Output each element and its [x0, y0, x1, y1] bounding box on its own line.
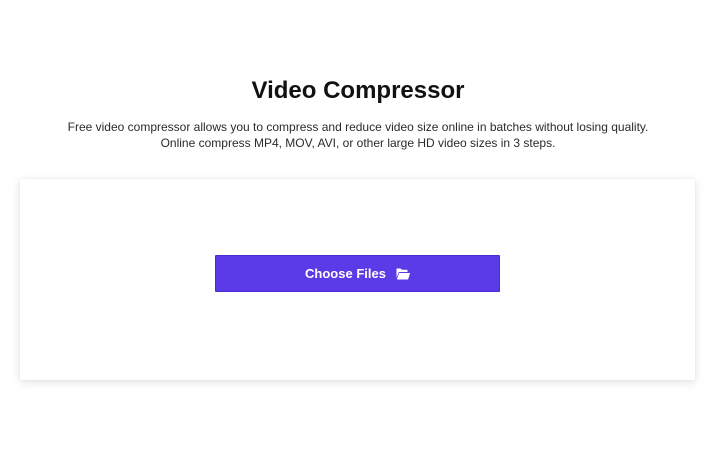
description-line-2: Online compress MP4, MOV, AVI, or other … [160, 136, 556, 150]
choose-files-label: Choose Files [305, 266, 386, 281]
upload-area: Choose Files [20, 179, 695, 380]
page-description: Free video compressor allows you to comp… [0, 119, 716, 151]
folder-open-icon [396, 268, 410, 280]
choose-files-button[interactable]: Choose Files [215, 255, 500, 292]
page-title: Video Compressor [251, 77, 465, 104]
description-line-1: Free video compressor allows you to comp… [67, 120, 649, 134]
